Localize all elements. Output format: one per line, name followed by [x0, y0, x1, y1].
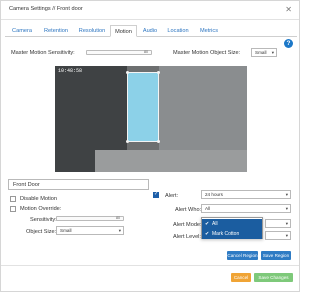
alert-who-dropdown-menu: ✔ All ✔ Mark Cotton	[201, 217, 263, 239]
tab-audio[interactable]: Audio	[139, 25, 161, 37]
camera-video-feed[interactable]: 10:48:58	[55, 66, 247, 172]
cancel-button[interactable]: Cancel	[231, 273, 251, 282]
alert-checkbox[interactable]	[153, 191, 159, 198]
video-timestamp: 10:48:58	[58, 68, 83, 74]
sensitivity-value: 80	[116, 216, 120, 220]
region-name-input[interactable]: Front Door	[8, 179, 149, 190]
help-icon[interactable]: ?	[284, 39, 293, 48]
motion-override-label: Motion Override:	[20, 206, 62, 212]
motion-region-overlay[interactable]	[126, 71, 160, 143]
tab-motion[interactable]: Motion	[110, 25, 137, 37]
master-object-size-label: Master Motion Object Size:	[173, 50, 241, 56]
chevron-down-icon: ▾	[118, 228, 121, 233]
checkmark-icon: ✔	[205, 231, 210, 237]
save-region-button[interactable]: Save Region	[261, 251, 291, 260]
master-object-size-select[interactable]: Small ▾	[251, 48, 277, 57]
close-icon[interactable]: ✕	[285, 5, 292, 14]
disable-motion-label: Disable Motion	[20, 196, 57, 202]
master-object-size-value: Small	[255, 50, 267, 55]
video-scene-floor	[95, 150, 247, 172]
alert-label: Alert:	[165, 193, 179, 199]
dropdown-option-all[interactable]: ✔ All	[202, 219, 262, 229]
alert-who-label: Alert Who:	[175, 207, 202, 213]
tab-retention[interactable]: Retention	[39, 25, 73, 37]
alert-level-label: Alert Level:	[173, 234, 201, 240]
object-size-select[interactable]: Small ▾	[56, 226, 124, 235]
region-handle-bottom-left[interactable]	[126, 140, 129, 143]
settings-tabs: Camera Retention Resolution Motion Audio…	[5, 25, 297, 37]
chevron-down-icon: ▾	[285, 192, 288, 197]
chevron-down-icon: ▾	[271, 50, 274, 55]
alert-who-select[interactable]: All ▾	[201, 204, 291, 213]
alert-mode-select[interactable]: ▾	[265, 219, 291, 228]
alert-duration-value: 24 hours	[205, 192, 223, 197]
tab-resolution[interactable]: Resolution	[75, 25, 109, 37]
alert-who-value: All	[205, 206, 211, 211]
master-sensitivity-slider[interactable]: 80	[86, 50, 152, 55]
tab-camera[interactable]: Camera	[7, 25, 37, 37]
alert-mode-label: Alert Mode:	[173, 222, 202, 228]
dialog-title: Camera Settings // Front door	[9, 6, 83, 12]
sensitivity-label: Sensitivity:	[30, 217, 57, 223]
camera-settings-dialog: Camera Settings // Front door ✕ Camera R…	[0, 0, 300, 292]
chevron-down-icon: ▾	[285, 206, 288, 211]
master-sensitivity-value: 80	[144, 50, 148, 54]
alert-level-select[interactable]: ▾	[265, 231, 291, 240]
disable-motion-checkbox[interactable]	[10, 196, 16, 202]
chevron-down-icon: ▾	[285, 221, 288, 226]
cancel-region-button[interactable]: Cancel Region	[227, 251, 258, 260]
save-changes-button[interactable]: Save Changes	[254, 273, 293, 282]
chevron-down-icon: ▾	[285, 233, 288, 238]
dropdown-option-all-label: All	[212, 221, 218, 227]
object-size-value: Small	[60, 228, 72, 233]
tab-location[interactable]: Location	[163, 25, 193, 37]
object-size-label: Object Size:	[26, 229, 57, 235]
region-handle-top-left[interactable]	[126, 71, 129, 74]
checkmark-icon: ✔	[205, 221, 210, 227]
region-handle-bottom-right[interactable]	[157, 140, 160, 143]
motion-override-checkbox[interactable]	[10, 206, 16, 212]
dropdown-option-mark-cotton[interactable]: ✔ Mark Cotton	[202, 229, 262, 239]
sensitivity-slider[interactable]: 80	[56, 216, 124, 221]
footer-divider	[1, 265, 299, 266]
dialog-title-bar: Camera Settings // Front door ✕	[1, 1, 299, 20]
tab-metrics[interactable]: Metrics	[195, 25, 223, 37]
master-sensitivity-label: Master Motion Sensitivity:	[11, 50, 75, 56]
alert-duration-select[interactable]: 24 hours ▾	[201, 190, 291, 199]
region-handle-top-right[interactable]	[157, 71, 160, 74]
dropdown-option-mark-cotton-label: Mark Cotton	[212, 231, 240, 237]
